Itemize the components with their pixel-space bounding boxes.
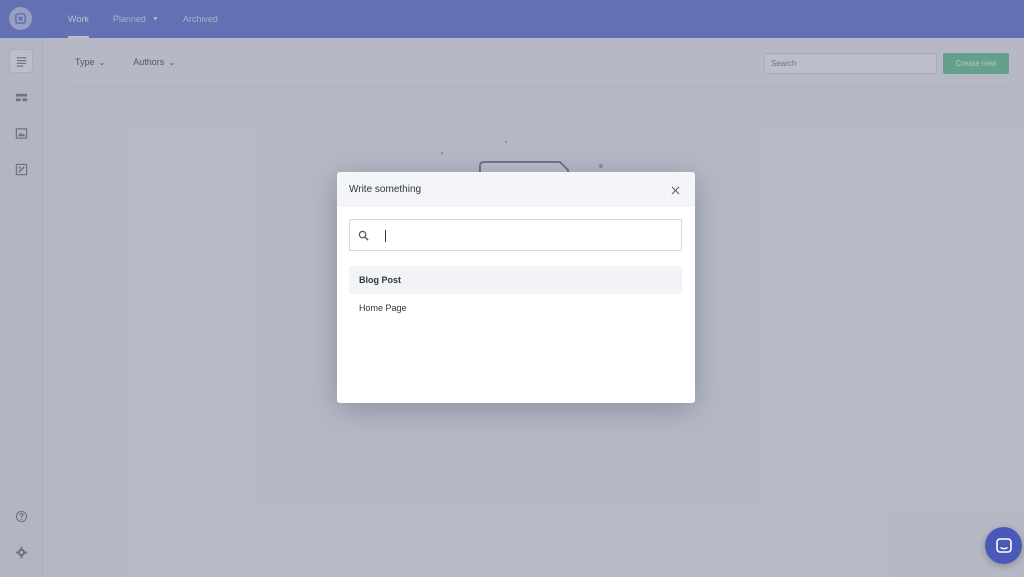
chat-icon[interactable] bbox=[985, 527, 1022, 564]
option-blog-post[interactable]: Blog Post bbox=[349, 266, 682, 294]
dialog-title: Write something bbox=[349, 184, 422, 195]
dialog-search-field[interactable] bbox=[349, 219, 682, 251]
dialog-search-input[interactable] bbox=[372, 226, 672, 245]
write-something-dialog: Write something Blog Post Home Page bbox=[337, 172, 695, 403]
option-label: Home Page bbox=[359, 303, 407, 313]
dialog-header: Write something bbox=[337, 172, 695, 207]
text-caret bbox=[385, 230, 386, 242]
search-icon bbox=[358, 230, 369, 241]
close-icon[interactable] bbox=[667, 182, 683, 198]
option-label: Blog Post bbox=[359, 275, 401, 285]
option-home-page[interactable]: Home Page bbox=[349, 294, 682, 322]
